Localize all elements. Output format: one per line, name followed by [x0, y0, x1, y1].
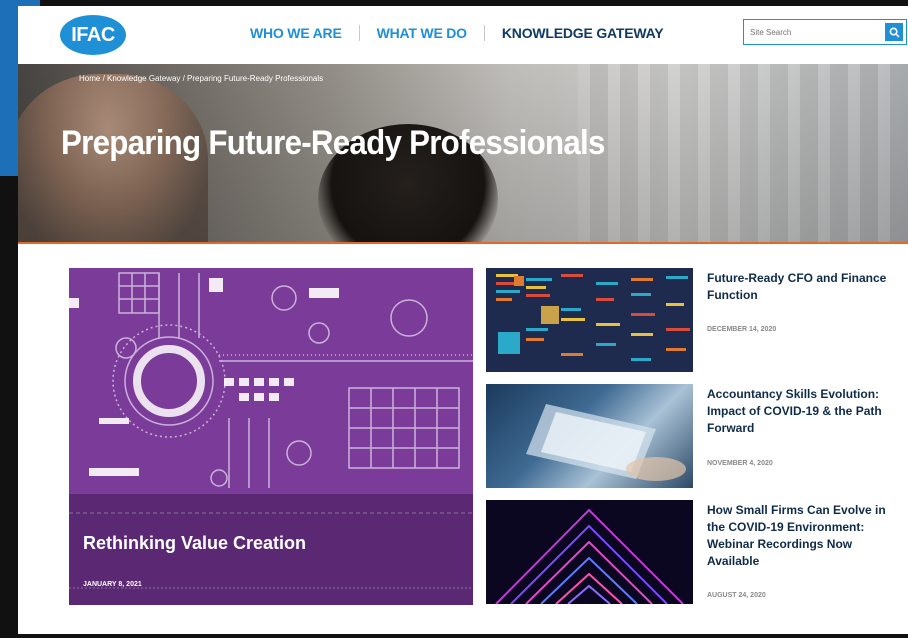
neon-triangles-image — [495, 508, 684, 604]
article-title[interactable]: Future-Ready CFO and Finance Function — [707, 270, 897, 304]
search-button[interactable] — [885, 23, 903, 41]
site-search — [743, 19, 907, 45]
breadcrumb[interactable]: Home / Knowledge Gateway / Preparing Fut… — [79, 74, 323, 83]
ifac-logo[interactable]: IFAC — [60, 15, 126, 55]
search-input[interactable] — [744, 26, 885, 38]
article-title[interactable]: Accountancy Skills Evolution: Impact of … — [707, 386, 897, 437]
featured-article-title[interactable]: Rethinking Value Creation — [83, 533, 306, 554]
nav-who-we-are[interactable]: WHO WE ARE — [250, 25, 342, 41]
article-card[interactable]: Accountancy Skills Evolution: Impact of … — [486, 384, 906, 488]
article-card[interactable]: Future-Ready CFO and Finance Function DE… — [486, 268, 906, 372]
article-title[interactable]: How Small Firms Can Evolve in the COVID-… — [707, 502, 897, 570]
main-nav: WHO WE ARE WHAT WE DO KNOWLEDGE GATEWAY — [250, 25, 664, 41]
article-date: DECEMBER 14, 2020 — [707, 326, 777, 333]
logo-text: IFAC — [71, 23, 115, 46]
featured-article[interactable]: Rethinking Value Creation JANUARY 8, 202… — [69, 268, 473, 605]
page: IFAC WHO WE ARE WHAT WE DO KNOWLEDGE GAT… — [18, 6, 908, 634]
nav-knowledge-gateway[interactable]: KNOWLEDGE GATEWAY — [502, 25, 664, 41]
article-thumbnail[interactable] — [486, 268, 693, 372]
nav-divider — [483, 25, 485, 41]
article-date: NOVEMBER 4, 2020 — [707, 460, 773, 467]
top-navigation-bar: IFAC WHO WE ARE WHAT WE DO KNOWLEDGE GAT… — [18, 6, 908, 64]
search-icon — [889, 27, 900, 38]
page-title: Preparing Future-Ready Professionals — [61, 124, 605, 162]
article-date: AUGUST 24, 2020 — [707, 592, 766, 599]
article-card[interactable]: How Small Firms Can Evolve in the COVID-… — [486, 500, 906, 604]
tablet-hand-image — [526, 404, 686, 481]
article-thumbnail[interactable] — [486, 500, 693, 604]
hero-banner: Home / Knowledge Gateway / Preparing Fut… — [18, 64, 908, 244]
featured-article-date: JANUARY 8, 2021 — [83, 581, 142, 588]
nav-what-we-do[interactable]: WHAT WE DO — [377, 25, 467, 41]
article-thumbnail[interactable] — [486, 384, 693, 488]
nav-divider — [358, 25, 360, 41]
hero-accent-line — [18, 242, 908, 244]
data-stripes-image — [496, 274, 690, 361]
